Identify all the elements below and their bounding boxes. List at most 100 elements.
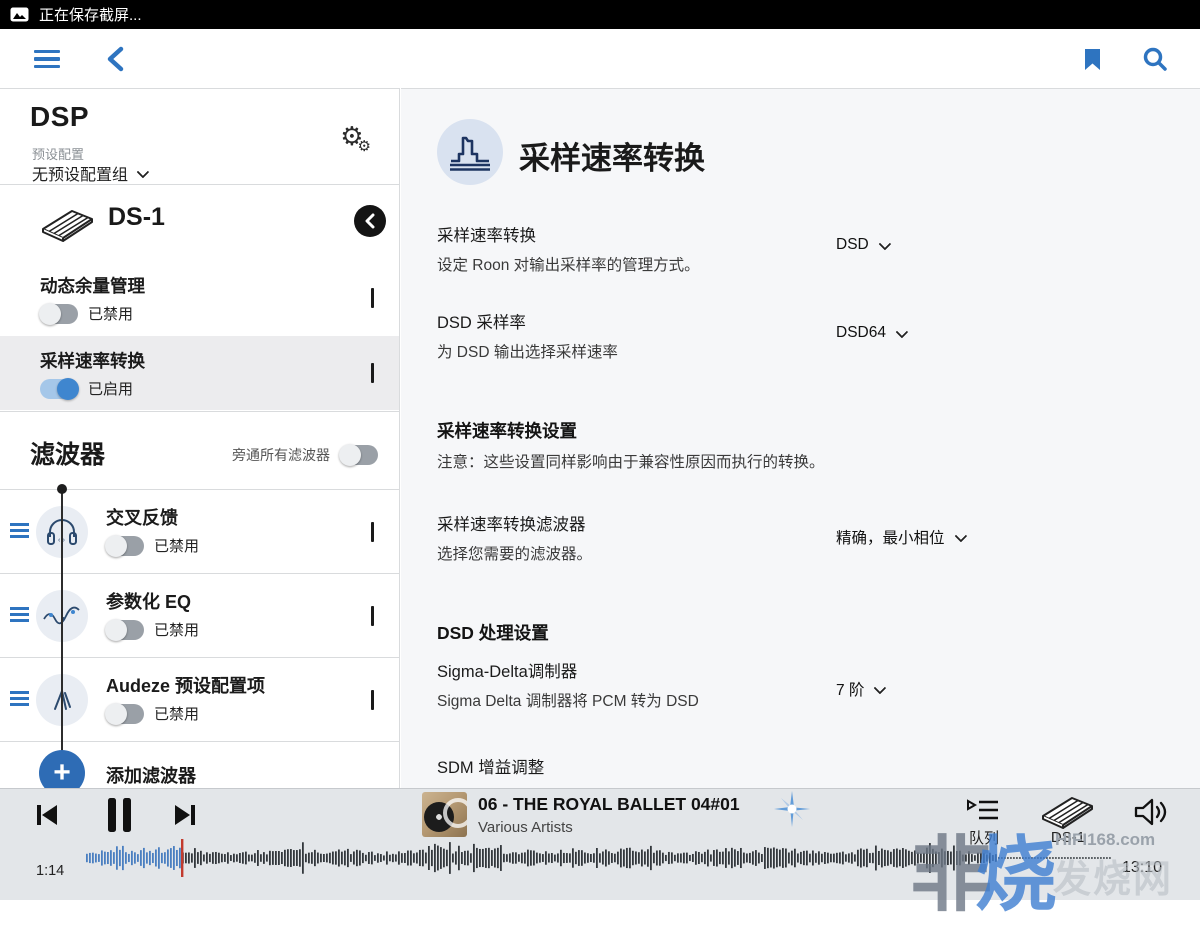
dsp-sidebar: DSP ⚙⚙ 预设配置 无预设配置组 DS-1 动态余量管理 已禁用 采样速率转… xyxy=(0,88,400,788)
device-name: DS-1 xyxy=(108,203,165,232)
setting-description: 选择您需要的滤波器。 xyxy=(437,542,592,564)
setting-sdm-gain: SDM 增益调整 xyxy=(437,754,544,778)
sample-rate-conversion-icon xyxy=(437,119,503,185)
filter-status: 已禁用 xyxy=(154,703,199,724)
notification-bar: 正在保存截屏... xyxy=(0,0,1200,29)
setting-sample-rate-conversion: 采样速率转换 设定 Roon 对输出采样率的管理方式。 xyxy=(437,222,700,275)
chevron-right-icon xyxy=(371,522,374,542)
chevron-right-icon xyxy=(371,606,374,626)
total-time: 13:10 xyxy=(1122,859,1162,877)
filters-header: 滤波器 旁通所有滤波器 xyxy=(0,413,400,489)
drag-handle-icon[interactable] xyxy=(10,607,29,622)
main-panel: 采样速率转换 采样速率转换 设定 Roon 对输出采样率的管理方式。 DSD D… xyxy=(401,88,1200,788)
chevron-down-icon xyxy=(896,325,909,338)
setting-label: 采样速率转换 xyxy=(437,222,700,246)
setting-dsd-sample-rate: DSD 采样率 为 DSD 输出选择采样速率 xyxy=(437,309,618,362)
signal-path-sparkle-icon[interactable] xyxy=(774,791,810,827)
filter-title: 参数化 EQ xyxy=(106,588,191,614)
preset-select[interactable]: 无预设配置组 xyxy=(32,161,146,185)
filter-chain-line xyxy=(61,488,63,788)
dropdown-value: 7 阶 xyxy=(836,678,864,700)
bookmark-icon[interactable] xyxy=(1076,43,1108,75)
track-title[interactable]: 06 - THE ROYAL BALLET 04#01 xyxy=(478,794,740,815)
filter-title: Audeze 预设配置项 xyxy=(106,672,265,698)
sidebar-item-headroom[interactable]: 动态余量管理 已禁用 xyxy=(0,261,400,335)
drag-handle-icon[interactable] xyxy=(10,523,29,538)
pause-icon[interactable] xyxy=(104,797,134,838)
setting-label: 采样速率转换滤波器 xyxy=(437,511,592,535)
next-track-icon[interactable] xyxy=(174,803,196,832)
sample-rate-toggle[interactable] xyxy=(40,379,78,399)
queue-icon[interactable] xyxy=(966,797,1000,828)
filters-title: 滤波器 xyxy=(30,435,105,471)
dsp-settings-gear-icon[interactable]: ⚙⚙ xyxy=(340,123,377,149)
track-artist[interactable]: Various Artists xyxy=(478,819,573,836)
filter-row-parametric-eq[interactable]: 参数化 EQ 已禁用 xyxy=(0,573,400,657)
sample-rate-conversion-dropdown[interactable]: DSD xyxy=(836,236,888,254)
add-filter-button[interactable]: + 添加滤波器 xyxy=(0,741,400,788)
dsd-sample-rate-dropdown[interactable]: DSD64 xyxy=(836,324,905,342)
filter-chain-dot xyxy=(57,484,67,494)
filter-row-audeze[interactable]: Audeze 预设配置项 已禁用 xyxy=(0,657,400,741)
notification-text: 正在保存截屏... xyxy=(39,4,142,25)
setting-description: 设定 Roon 对输出采样率的管理方式。 xyxy=(437,253,700,275)
preset-value: 无预设配置组 xyxy=(32,161,128,185)
app-header xyxy=(0,29,1200,88)
dropdown-value: DSD64 xyxy=(836,324,886,342)
setting-src-filter: 采样速率转换滤波器 选择您需要的滤波器。 xyxy=(437,511,592,564)
menu-item-title: 采样速率转换 xyxy=(40,348,145,373)
sidebar-item-sample-rate-conversion[interactable]: 采样速率转换 已启用 xyxy=(0,336,400,410)
add-filter-label: 添加滤波器 xyxy=(106,762,196,788)
hamburger-menu-icon[interactable] xyxy=(31,43,63,75)
headroom-toggle[interactable] xyxy=(40,304,78,324)
sigma-delta-dropdown[interactable]: 7 阶 xyxy=(836,678,883,700)
chevron-right-icon xyxy=(371,690,374,710)
previous-track-icon[interactable] xyxy=(36,803,58,832)
search-icon[interactable] xyxy=(1139,43,1171,75)
dropdown-value: 精确，最小相位 xyxy=(836,526,945,548)
menu-item-status: 已启用 xyxy=(88,378,133,399)
back-icon[interactable] xyxy=(99,43,131,75)
section-note: 注意：这些设置同样影响由于兼容性原因而执行的转换。 xyxy=(437,450,825,472)
setting-label: DSD 采样率 xyxy=(437,309,618,333)
screenshot-photo-icon xyxy=(10,7,29,22)
bypass-all-label: 旁通所有滤波器 xyxy=(232,445,330,465)
playhead xyxy=(181,839,183,877)
setting-description: Sigma Delta 调制器将 PCM 转为 DSD xyxy=(437,689,699,711)
plus-icon: + xyxy=(39,750,85,788)
src-filter-dropdown[interactable]: 精确，最小相位 xyxy=(836,526,964,548)
menu-item-title: 动态余量管理 xyxy=(40,273,145,298)
album-art[interactable] xyxy=(422,792,467,837)
filter-status: 已禁用 xyxy=(154,535,199,556)
volume-icon[interactable] xyxy=(1134,797,1170,832)
filter-row-crossfeed[interactable]: ‹·› 交叉反馈 已禁用 xyxy=(0,489,400,573)
bypass-all-toggle[interactable] xyxy=(340,445,378,465)
filter-title: 交叉反馈 xyxy=(106,504,178,530)
chevron-right-icon xyxy=(371,363,374,383)
chevron-down-icon xyxy=(954,529,967,542)
collapse-device-icon[interactable] xyxy=(354,205,386,237)
chevron-right-icon xyxy=(371,288,374,308)
player-bar: 06 - THE ROYAL BALLET 04#01 Various Arti… xyxy=(0,788,1200,900)
parametric-eq-toggle[interactable] xyxy=(106,620,144,640)
page-title: 采样速率转换 xyxy=(519,133,705,178)
section-title-src-settings: 采样速率转换设置 xyxy=(437,418,577,443)
setting-description: 为 DSD 输出选择采样速率 xyxy=(437,340,618,362)
audeze-toggle[interactable] xyxy=(106,704,144,724)
drag-handle-icon[interactable] xyxy=(10,691,29,706)
menu-item-status: 已禁用 xyxy=(88,303,133,324)
setting-label: SDM 增益调整 xyxy=(437,754,544,778)
dropdown-value: DSD xyxy=(836,236,869,254)
setting-sigma-delta: Sigma-Delta调制器 Sigma Delta 调制器将 PCM 转为 D… xyxy=(437,658,699,711)
dsp-title: DSP xyxy=(30,101,89,133)
chevron-down-icon xyxy=(137,165,150,178)
filter-status: 已禁用 xyxy=(154,619,199,640)
section-title-dsd-processing: DSD 处理设置 xyxy=(437,620,549,645)
device-row[interactable]: DS-1 xyxy=(0,185,400,261)
device-icon xyxy=(36,205,98,245)
chevron-down-icon xyxy=(874,681,887,694)
elapsed-time: 1:14 xyxy=(36,863,64,879)
crossfeed-toggle[interactable] xyxy=(106,536,144,556)
chevron-down-icon xyxy=(878,237,891,250)
seek-waveform[interactable] xyxy=(84,839,1116,877)
